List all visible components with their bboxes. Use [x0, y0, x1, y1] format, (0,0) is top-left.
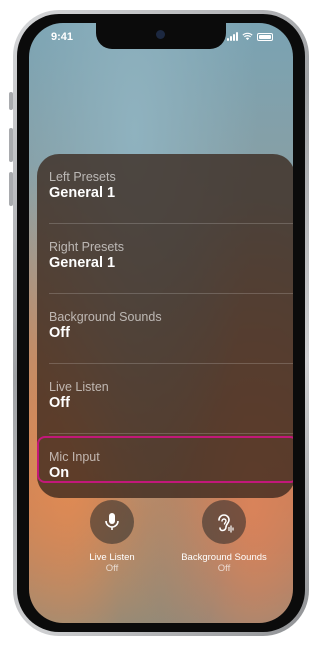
- status-time: 9:41: [51, 31, 74, 43]
- battery-icon: [257, 32, 273, 41]
- mute-switch: [9, 92, 13, 110]
- screen: 9:41 Left Presets General 1 Right Preset…: [29, 23, 293, 623]
- item-label: Right Presets: [49, 240, 125, 254]
- item-value: General 1: [49, 255, 116, 271]
- list-item-live-listen[interactable]: Live Listen Off: [37, 364, 293, 434]
- item-value: Off: [49, 395, 70, 411]
- background-sounds-button[interactable]: [202, 500, 246, 544]
- item-label: Live Listen: [49, 380, 109, 394]
- control-label: Background Sounds: [181, 552, 267, 563]
- microphone-icon: [105, 513, 119, 530]
- item-value: Off: [49, 325, 70, 341]
- list-item-left-presets[interactable]: Left Presets General 1: [37, 154, 293, 224]
- item-label: Left Presets: [49, 170, 116, 184]
- item-value: General 1: [49, 185, 116, 201]
- front-camera: [156, 30, 165, 39]
- background-sounds-control[interactable]: Background Sounds Off: [179, 500, 269, 574]
- list-item-right-presets[interactable]: Right Presets General 1: [37, 224, 293, 294]
- list-item-background-sounds[interactable]: Background Sounds Off: [37, 294, 293, 364]
- status-icons: [227, 32, 273, 41]
- cellular-signal-icon: [227, 32, 238, 41]
- notch: [96, 23, 226, 49]
- ear-sound-icon: [218, 514, 234, 533]
- volume-down-button: [9, 172, 13, 206]
- live-listen-control[interactable]: Live Listen Off: [67, 500, 157, 574]
- control-status: Off: [217, 563, 231, 574]
- wifi-icon: [242, 32, 253, 41]
- live-listen-button[interactable]: [90, 500, 134, 544]
- control-label: Live Listen: [89, 552, 135, 563]
- mic-input-highlight: [37, 436, 293, 483]
- control-status: Off: [105, 563, 119, 574]
- volume-up-button: [9, 128, 13, 162]
- item-label: Background Sounds: [49, 310, 162, 324]
